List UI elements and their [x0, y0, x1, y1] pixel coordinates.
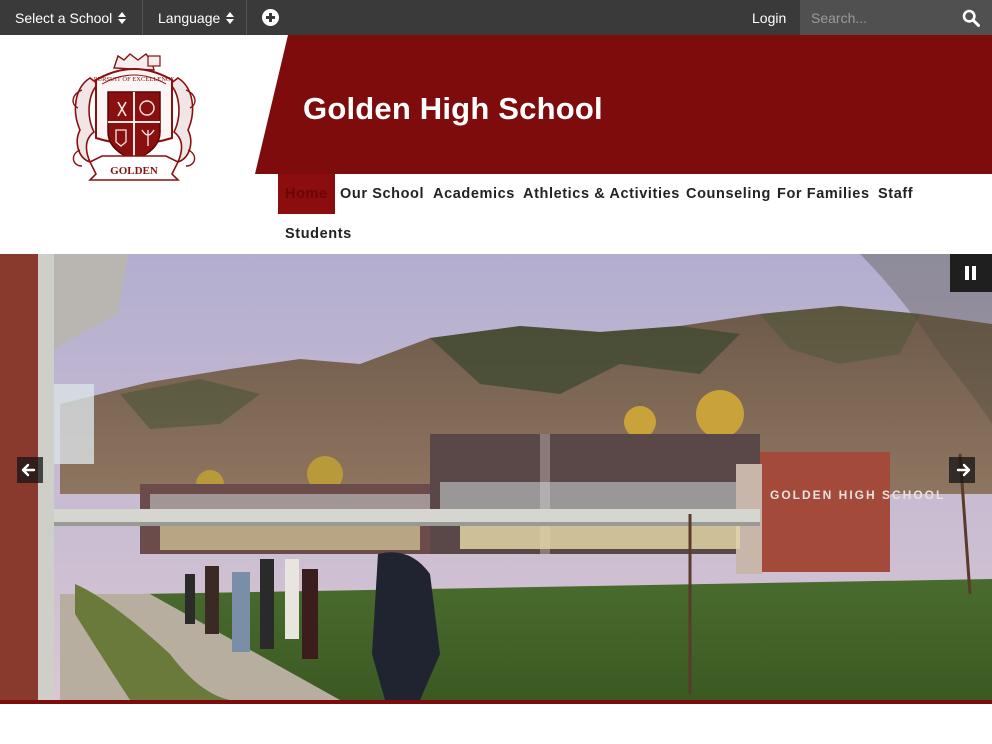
hero-image: GOLDEN HIGH SCHOOL: [0, 254, 992, 700]
nav-label: Academics: [433, 186, 515, 202]
nav-label: Athletics & Activities: [523, 186, 680, 202]
nav-our-school[interactable]: Our School: [333, 174, 431, 214]
add-button[interactable]: [262, 0, 279, 35]
pause-icon[interactable]: [950, 254, 992, 292]
building-sign: GOLDEN HIGH SCHOOL: [770, 488, 945, 502]
next-slide-button[interactable]: [949, 457, 975, 483]
nav-academics[interactable]: Academics: [426, 174, 522, 214]
school-crest-logo[interactable]: PURSUIT OF EXCELLENCE GOLDEN: [68, 50, 200, 186]
nav-label: Students: [285, 226, 352, 242]
login-link[interactable]: Login: [752, 0, 786, 35]
arrow-left-icon: [21, 463, 36, 477]
nav-students[interactable]: Students: [278, 214, 359, 254]
page-title: Golden High School: [303, 91, 603, 126]
nav-label: Staff: [878, 186, 914, 202]
search-input[interactable]: [800, 0, 950, 35]
nav-label: Home: [285, 186, 328, 202]
up-down-caret-icon: [118, 11, 127, 24]
nav-label: For Families: [777, 186, 870, 202]
nav-counseling[interactable]: Counseling: [679, 174, 778, 214]
hero-bottom-border: [0, 700, 992, 704]
login-label: Login: [752, 9, 787, 26]
search-box: [800, 0, 992, 35]
hero-slideshow: GOLDEN HIGH SCHOOL: [0, 254, 992, 700]
search-icon[interactable]: [962, 9, 980, 27]
utility-bar: Select a School Language Login: [0, 0, 992, 35]
crest-motto: PURSUIT OF EXCELLENCE: [94, 76, 174, 83]
nav-home[interactable]: Home: [278, 174, 335, 214]
language-label: Language: [158, 9, 221, 26]
divider: [142, 0, 143, 35]
nav-for-families[interactable]: For Families: [770, 174, 877, 214]
nav-label: Our School: [340, 186, 425, 202]
language-dropdown[interactable]: Language: [158, 0, 235, 35]
nav-staff[interactable]: Staff: [871, 174, 920, 214]
plus-circle-icon: [262, 9, 279, 26]
select-school-dropdown[interactable]: Select a School: [15, 0, 127, 35]
arrow-right-icon: [956, 463, 971, 477]
up-down-caret-icon: [226, 11, 235, 24]
nav-label: Counseling: [686, 186, 771, 202]
divider: [246, 0, 247, 35]
prev-slide-button[interactable]: [17, 457, 43, 483]
select-school-label: Select a School: [15, 9, 113, 26]
nav-athletics-activities[interactable]: Athletics & Activities: [516, 174, 687, 214]
crest-banner-text: GOLDEN: [110, 165, 158, 177]
